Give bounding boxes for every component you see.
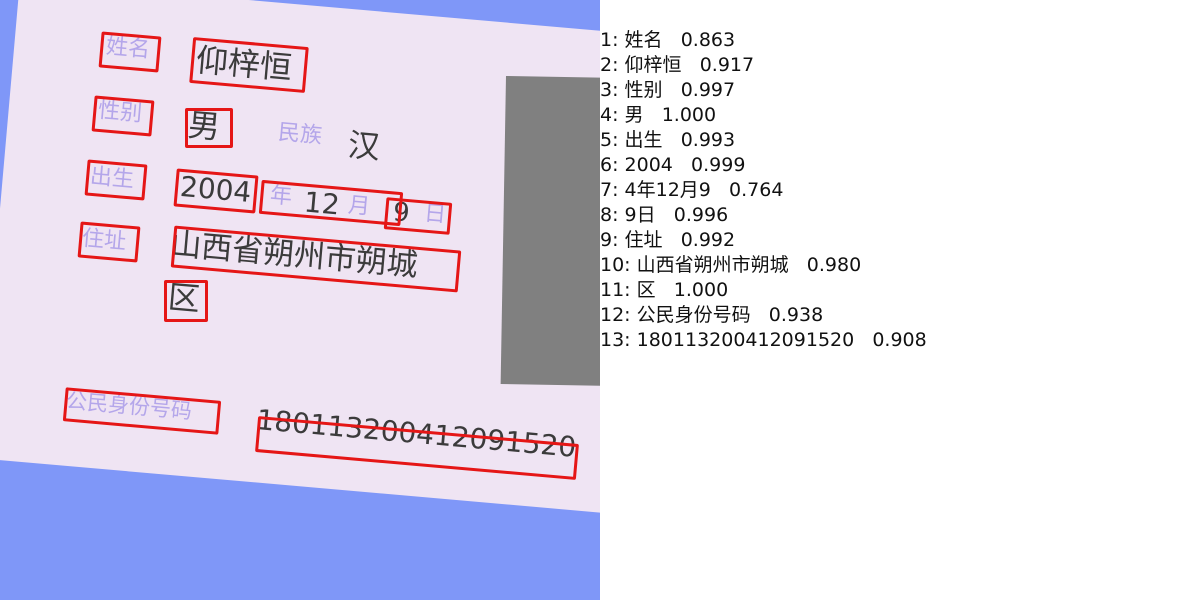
result-text: 山西省朔州市朔城: [636, 254, 789, 276]
result-score: 0.999: [691, 154, 746, 176]
result-row: 8: 9日 0.996: [600, 203, 927, 228]
result-score: 1.000: [673, 279, 729, 301]
ocr-results-list: 1: 姓名 0.863 2: 仰梓恒 0.917 3: 性别 0.997 4: 男 1…: [600, 28, 927, 353]
result-index: 5:: [600, 129, 619, 151]
result-row: 1: 姓名 0.863: [600, 28, 927, 53]
result-score: 0.996: [673, 204, 729, 226]
detection-box-8: [383, 197, 453, 235]
result-row: 2: 仰梓恒 0.917: [600, 53, 927, 78]
result-index: 12:: [600, 304, 631, 326]
result-text: 9日: [624, 204, 656, 226]
result-text: 出生: [624, 129, 663, 151]
result-score: 0.917: [699, 54, 755, 76]
result-score: 0.863: [680, 29, 736, 51]
result-index: 9:: [600, 229, 619, 251]
result-index: 1:: [600, 29, 619, 51]
result-text: 2004: [624, 154, 673, 176]
result-text: 性别: [624, 79, 663, 101]
result-row: 7: 4年12月9 0.764: [600, 178, 927, 203]
result-index: 2:: [600, 54, 619, 76]
result-row: 13: 180113200412091520 0.908: [600, 328, 927, 353]
card-value-ethnicity: 汉: [346, 125, 382, 167]
detection-box-3: [91, 95, 155, 137]
result-row: 10: 山西省朔州市朔城 0.980: [600, 253, 927, 278]
result-score: 0.992: [680, 229, 736, 251]
result-row: 12: 公民身份号码 0.938: [600, 303, 927, 328]
result-score: 1.000: [661, 104, 717, 126]
result-row: 3: 性别 0.997: [600, 78, 927, 103]
result-index: 7:: [600, 179, 619, 201]
result-score: 0.997: [680, 79, 736, 101]
result-row: 11: 区 1.000: [600, 278, 927, 303]
detection-box-4: [185, 108, 233, 148]
result-score: 0.764: [729, 179, 784, 201]
result-text: 仰梓恒: [624, 54, 682, 76]
result-text: 姓名: [624, 29, 663, 51]
result-index: 3:: [600, 79, 619, 101]
result-text: 住址: [624, 229, 663, 251]
result-text: 区: [636, 279, 656, 301]
result-row: 9: 住址 0.992: [600, 228, 927, 253]
result-text: 180113200412091520: [636, 329, 855, 351]
result-row: 5: 出生 0.993: [600, 128, 927, 153]
photo-area: [500, 76, 600, 386]
result-text: 公民身份号码: [636, 304, 751, 326]
result-row: 6: 2004 0.999: [600, 153, 927, 178]
card-label-ethnicity: 民族: [277, 120, 324, 149]
detection-box-6: [173, 168, 259, 214]
result-score: 0.938: [768, 304, 824, 326]
detection-box-1: [98, 31, 162, 73]
result-text: 男: [624, 104, 644, 126]
result-score: 0.980: [806, 254, 862, 276]
result-index: 4:: [600, 104, 619, 126]
detection-box-11: [164, 280, 208, 322]
result-score: 0.993: [680, 129, 736, 151]
result-index: 8:: [600, 204, 619, 226]
result-index: 6:: [600, 154, 619, 176]
result-row: 4: 男 1.000: [600, 103, 927, 128]
result-text: 4年12月9: [624, 179, 711, 201]
result-score: 0.908: [872, 329, 927, 351]
result-index: 11:: [600, 279, 631, 301]
annotated-image-panel: 姓名 仰梓恒 性别 男 民族 汉 出生 2004 年 12 月 9 日 住址 山…: [0, 0, 600, 600]
detection-box-9: [77, 221, 141, 263]
result-index: 10:: [600, 254, 631, 276]
detection-box-5: [84, 159, 148, 201]
result-index: 13:: [600, 329, 631, 351]
